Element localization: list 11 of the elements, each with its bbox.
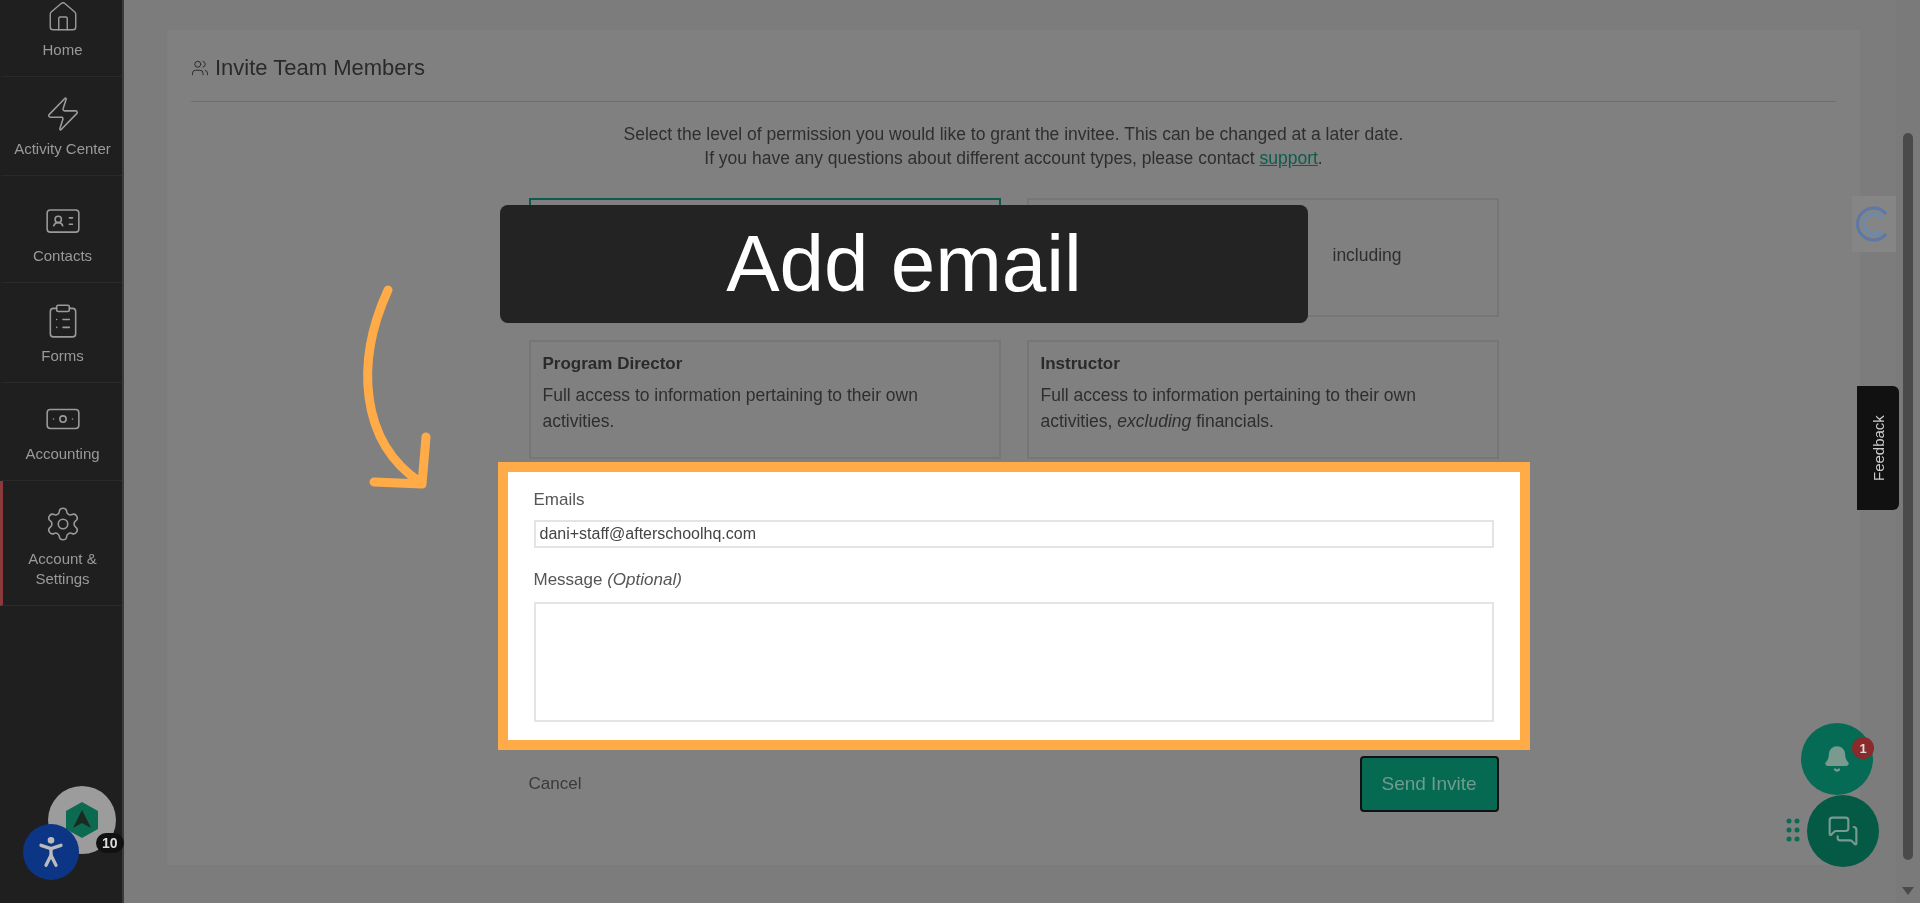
role-title: Program Director: [542, 354, 684, 374]
page-title: Invite Team Members: [215, 54, 425, 81]
emails-label: Emails: [533, 490, 586, 510]
caption-tooltip: Add email: [500, 205, 1308, 323]
role-description: Full access to information pertaining to their own activities.: [542, 384, 919, 433]
role-description: Full access to information pertaining to their own activities, excluding financials.: [1040, 384, 1417, 433]
notification-count: 1: [1852, 737, 1874, 759]
role-description: including: [1332, 244, 1403, 267]
intro-text: Select the level of permission you would like to grant the invitee. This can be changed at a later date. If you have any questions about different account types, please contact support.: [623, 123, 1404, 170]
role-title: Instructor: [1040, 354, 1121, 374]
message-label: Message (Optional): [533, 570, 683, 590]
